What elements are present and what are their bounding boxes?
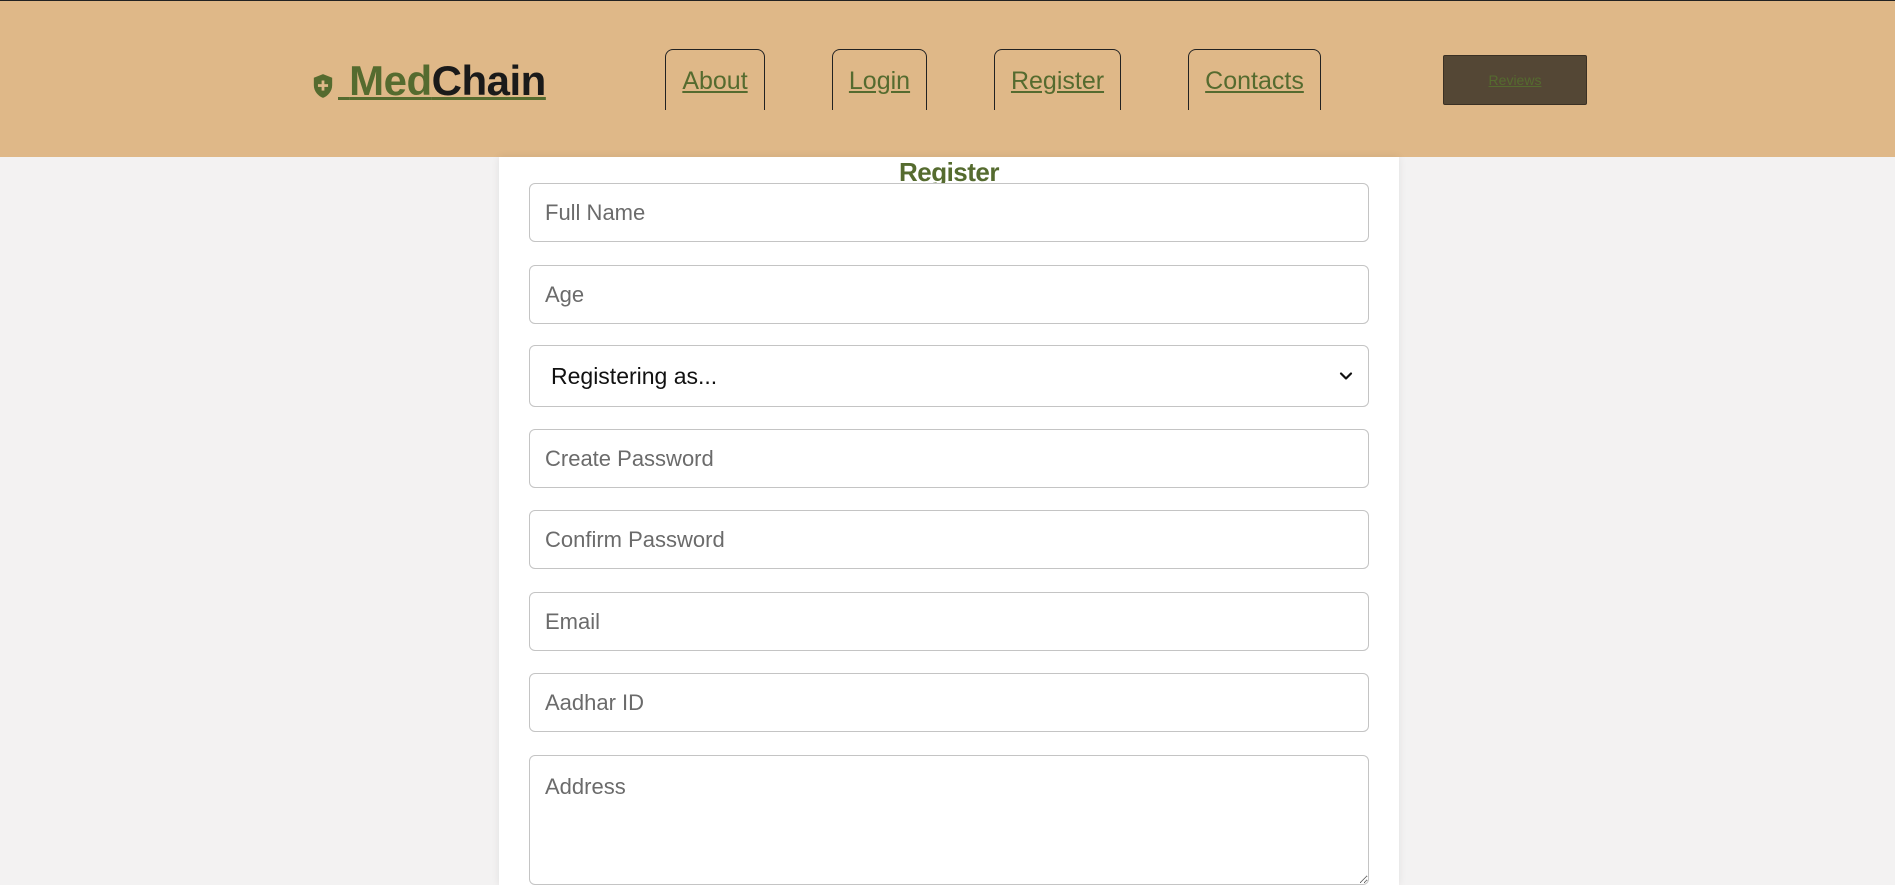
nav-contacts[interactable]: Contacts bbox=[1188, 49, 1321, 110]
nav-login[interactable]: Login bbox=[832, 49, 927, 110]
nav-register[interactable]: Register bbox=[994, 49, 1121, 110]
nav-about[interactable]: About bbox=[665, 49, 765, 110]
full-name-input[interactable] bbox=[529, 183, 1369, 242]
role-select[interactable]: Registering as... bbox=[529, 345, 1369, 407]
create-password-input[interactable] bbox=[529, 429, 1369, 488]
reviews-button[interactable]: Reviews bbox=[1443, 55, 1587, 105]
shield-plus-icon bbox=[313, 74, 333, 98]
form-title: Register bbox=[898, 157, 1000, 187]
confirm-password-input[interactable] bbox=[529, 510, 1369, 569]
address-textarea[interactable] bbox=[529, 755, 1369, 885]
age-input[interactable] bbox=[529, 265, 1369, 324]
chevron-down-icon bbox=[1339, 372, 1353, 380]
logo-text: MedChain bbox=[338, 57, 546, 105]
site-logo-link[interactable]: MedChain bbox=[312, 57, 546, 105]
top-navbar: MedChain About Login Register Contacts R… bbox=[0, 0, 1895, 157]
logo-text-chain: Chain bbox=[431, 57, 547, 104]
logo-text-med: Med bbox=[349, 57, 432, 104]
register-form-card: Register Registering as... bbox=[499, 157, 1399, 885]
aadhar-id-input[interactable] bbox=[529, 673, 1369, 732]
email-input[interactable] bbox=[529, 592, 1369, 651]
role-select-value: Registering as... bbox=[551, 362, 718, 389]
